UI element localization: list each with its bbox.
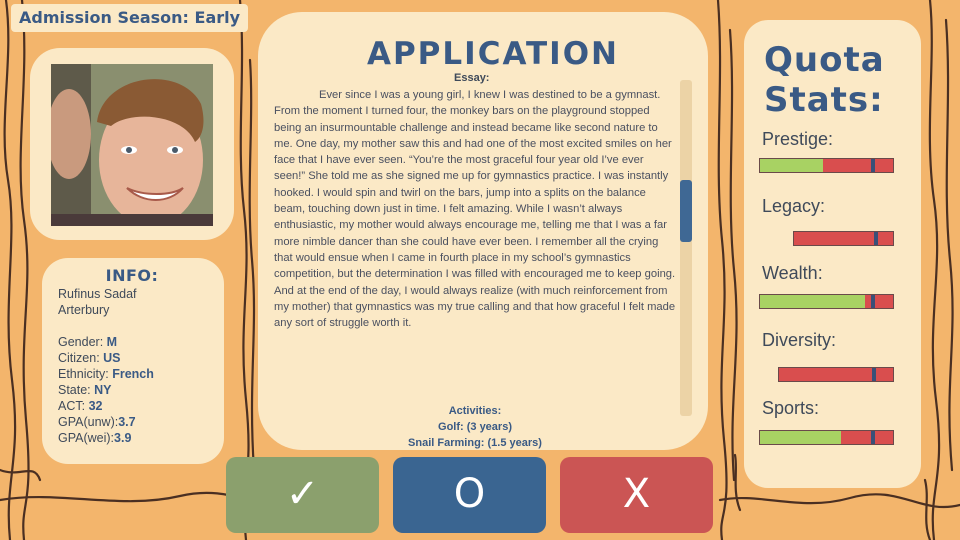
essay-scrollbar-thumb[interactable] xyxy=(680,180,692,242)
essay-label: Essay: xyxy=(454,72,490,84)
essay-scrollbar[interactable] xyxy=(680,80,692,416)
gpa-unweighted-row: GPA(unw):3.7 xyxy=(58,415,136,429)
stat-bar-wealth xyxy=(759,294,894,309)
ethnicity-value: French xyxy=(112,367,154,381)
applicant-name-line2: Arterbury xyxy=(58,303,110,317)
activity-item: Golf: (3 years) xyxy=(438,421,512,433)
photo-card xyxy=(30,48,234,240)
applicant-photo xyxy=(51,64,213,226)
info-title: INFO: xyxy=(105,266,159,285)
stat-bar-prestige xyxy=(759,158,894,173)
state-row: State: NY xyxy=(58,383,112,397)
activities-section: Activities: Golf: (3 years) Snail Farmin… xyxy=(258,403,692,451)
gpa-weighted-row: GPA(wei):3.9 xyxy=(58,431,132,445)
accept-button[interactable]: ✓ xyxy=(226,457,379,533)
stat-label-diversity: Diversity: xyxy=(762,330,837,350)
waitlist-button[interactable]: O xyxy=(393,457,546,533)
stat-label-legacy: Legacy: xyxy=(762,196,826,216)
act-value: 32 xyxy=(88,399,103,413)
essay-text: Ever since I was a young girl, I knew I … xyxy=(274,89,676,330)
info-card: INFO: Rufinus Sadaf Arterbury Gender: M … xyxy=(42,258,224,464)
applicant-name-line1: Rufinus Sadaf xyxy=(58,287,137,301)
gender-row: Gender: M xyxy=(58,335,118,349)
activity-item: Snail Farming: (1.5 years) xyxy=(408,437,542,449)
stat-label-wealth: Wealth: xyxy=(762,263,823,283)
stat-bar-diversity xyxy=(778,367,894,382)
citizen-value: US xyxy=(103,351,121,365)
stat-label-sports: Sports: xyxy=(762,398,820,418)
admission-season-label: Admission Season: Early xyxy=(11,4,249,32)
citizen-row: Citizen: US xyxy=(58,351,121,365)
stat-bar-legacy xyxy=(793,231,894,246)
application-title: APPLICATION xyxy=(366,36,620,72)
act-row: ACT: 32 xyxy=(58,399,103,413)
gpa-weighted-value: 3.9 xyxy=(114,431,132,445)
gender-value: M xyxy=(106,335,118,349)
quota-title: Quota Stats: xyxy=(764,40,885,120)
stat-label-prestige: Prestige: xyxy=(762,129,834,149)
activities-label: Activities: xyxy=(448,405,502,417)
gpa-unweighted-value: 3.7 xyxy=(118,415,136,429)
ethnicity-row: Ethnicity: French xyxy=(58,367,154,381)
state-value: NY xyxy=(94,383,112,397)
reject-button[interactable]: X xyxy=(560,457,713,533)
application-card: APPLICATION Essay: Ever since I was a yo… xyxy=(258,12,708,450)
quota-stats-card: Quota Stats: Prestige: Legacy: Wealth: D… xyxy=(744,20,921,488)
stat-bar-sports xyxy=(759,430,894,445)
